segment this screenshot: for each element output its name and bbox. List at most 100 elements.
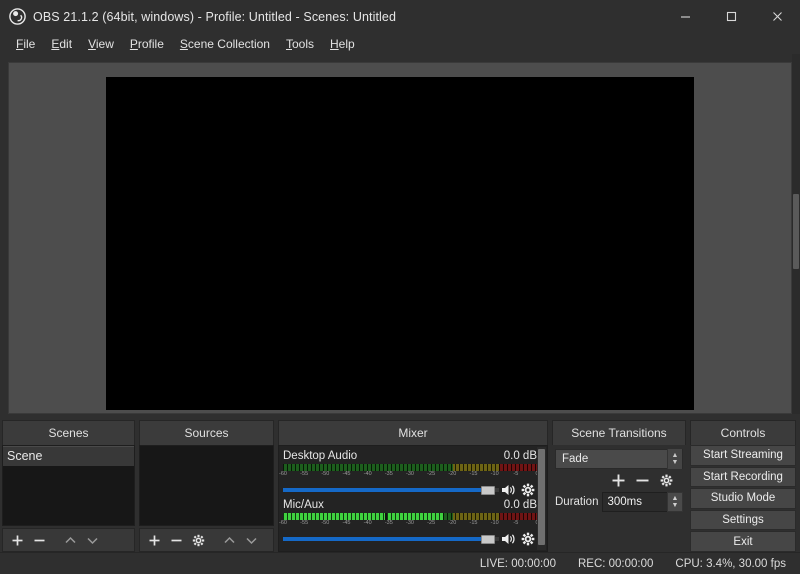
gear-icon[interactable] — [521, 532, 535, 551]
close-icon[interactable] — [754, 0, 800, 33]
meter-tick-label: -15 — [470, 471, 478, 477]
transitions-body: Fade ▲ ▼ — [552, 445, 686, 552]
start-recording-button[interactable]: Start Recording — [690, 467, 796, 488]
controls-title: Controls — [690, 420, 796, 445]
menu-view[interactable]: View — [80, 35, 122, 53]
move-source-up-button[interactable] — [219, 530, 239, 550]
menu-bar: File Edit View Profile Scene Collection … — [0, 33, 800, 54]
add-scene-button[interactable] — [7, 530, 27, 550]
window-title: OBS 21.1.2 (64bit, windows) - Profile: U… — [33, 10, 396, 24]
transition-properties-button[interactable] — [655, 470, 677, 490]
preview-canvas[interactable] — [106, 77, 694, 410]
meter-tick-label: -45 — [343, 471, 351, 477]
menu-profile[interactable]: Profile — [122, 35, 172, 53]
menu-label: rofile — [138, 37, 164, 51]
window-controls — [662, 0, 800, 33]
studio-mode-button[interactable]: Studio Mode — [690, 488, 796, 509]
slider-fill — [283, 488, 488, 492]
menu-edit[interactable]: Edit — [43, 35, 80, 53]
exit-button[interactable]: Exit — [690, 531, 796, 552]
speaker-icon[interactable] — [501, 483, 516, 502]
meter-tick-label: -5 — [513, 520, 518, 526]
sources-toolbar — [139, 528, 274, 552]
menu-mnemonic: S — [180, 37, 188, 51]
duration-input[interactable]: 300ms ▲ ▼ — [602, 492, 683, 512]
menu-label: iew — [96, 37, 114, 51]
meter-tick-label: -55 — [300, 520, 308, 526]
title-bar: OBS 21.1.2 (64bit, windows) - Profile: U… — [0, 0, 800, 33]
add-transition-button[interactable] — [607, 470, 629, 490]
chevron-updown-icon[interactable]: ▲ ▼ — [667, 449, 682, 469]
status-live: LIVE: 00:00:00 — [480, 558, 556, 570]
scenes-list[interactable]: Scene — [2, 445, 135, 526]
meter-tick-label: -30 — [406, 471, 414, 477]
chevron-down-glyph: ▼ — [672, 459, 679, 466]
meter-tick-label: -40 — [364, 471, 372, 477]
menu-file[interactable]: File — [8, 35, 43, 53]
remove-transition-button[interactable] — [631, 470, 653, 490]
move-scene-down-button[interactable] — [82, 530, 102, 550]
sources-body — [139, 445, 274, 552]
mixer-body: Desktop Audio 0.0 dB -60-55-50-45-40-35-… — [278, 445, 548, 552]
mixer-channel-desktop-audio: Desktop Audio 0.0 dB -60-55-50-45-40-35-… — [283, 450, 537, 497]
transition-select[interactable]: Fade ▲ ▼ — [555, 449, 683, 469]
status-cpu: CPU: 3.4%, 30.00 fps — [675, 558, 786, 570]
meter-tick-label: -60 — [279, 471, 287, 477]
dock-sources: Sources — [137, 420, 276, 552]
menu-scene-collection[interactable]: Scene Collection — [172, 35, 278, 53]
gear-icon[interactable] — [521, 483, 535, 502]
status-bar: LIVE: 00:00:00 REC: 00:00:00 CPU: 3.4%, … — [0, 552, 800, 574]
channel-name: Desktop Audio — [283, 450, 357, 462]
channel-volume-slider[interactable] — [283, 532, 537, 546]
mixer-scrollbar[interactable] — [537, 447, 546, 550]
meter-tick-label: -50 — [321, 520, 329, 526]
meter-tick-label: -25 — [427, 471, 435, 477]
duration-value: 300ms — [607, 496, 642, 508]
menu-label: dit — [59, 37, 72, 51]
controls-body-wrap: Start Streaming Start Recording Studio M… — [690, 445, 796, 552]
stepper-up-glyph: ▲ — [672, 495, 679, 502]
obs-main-window: OBS 21.1.2 (64bit, windows) - Profile: U… — [0, 0, 800, 574]
menu-mnemonic: V — [88, 37, 96, 51]
speaker-icon[interactable] — [501, 532, 516, 551]
meter-tick-label: -45 — [343, 520, 351, 526]
mixer-scrollbar-thumb[interactable] — [538, 449, 545, 545]
menu-mnemonic: H — [330, 37, 339, 51]
transition-select-value: Fade — [562, 453, 588, 465]
main-scrollbar[interactable] — [792, 54, 800, 414]
menu-help[interactable]: Help — [322, 35, 363, 53]
meter-tick-label: -55 — [300, 471, 308, 477]
start-streaming-button[interactable]: Start Streaming — [690, 445, 796, 466]
add-source-button[interactable] — [144, 530, 164, 550]
menu-tools[interactable]: Tools — [278, 35, 322, 53]
move-scene-up-button[interactable] — [60, 530, 80, 550]
channel-header: Desktop Audio 0.0 dB — [283, 450, 537, 462]
scene-list-item[interactable]: Scene — [3, 446, 134, 466]
remove-source-button[interactable] — [166, 530, 186, 550]
mixer-title: Mixer — [278, 420, 548, 445]
transition-actions — [555, 469, 683, 491]
channel-name: Mic/Aux — [283, 499, 324, 511]
transitions-body-wrap: Fade ▲ ▼ — [552, 445, 686, 552]
dock-scenes: Scenes Scene — [0, 420, 137, 552]
meter-tick-overlay — [283, 513, 537, 520]
sources-title: Sources — [139, 420, 274, 445]
maximize-icon[interactable] — [708, 0, 754, 33]
slider-handle[interactable] — [481, 486, 495, 495]
mixer-body-wrap: Desktop Audio 0.0 dB -60-55-50-45-40-35-… — [278, 445, 548, 552]
main-scrollbar-thumb[interactable] — [793, 194, 799, 269]
source-properties-button[interactable] — [188, 530, 208, 550]
channel-volume-slider[interactable] — [283, 483, 537, 497]
scenes-toolbar — [2, 528, 135, 552]
sources-list[interactable] — [139, 445, 274, 526]
settings-button[interactable]: Settings — [690, 510, 796, 531]
remove-scene-button[interactable] — [29, 530, 49, 550]
duration-stepper[interactable]: ▲ ▼ — [667, 492, 683, 512]
slider-handle[interactable] — [481, 535, 495, 544]
move-source-down-button[interactable] — [241, 530, 261, 550]
channel-db-value: 0.0 dB — [504, 450, 537, 462]
preview-area[interactable] — [8, 62, 792, 414]
duration-label: Duration — [555, 496, 598, 508]
minimize-icon[interactable] — [662, 0, 708, 33]
menu-label: cene Collection — [188, 37, 270, 51]
